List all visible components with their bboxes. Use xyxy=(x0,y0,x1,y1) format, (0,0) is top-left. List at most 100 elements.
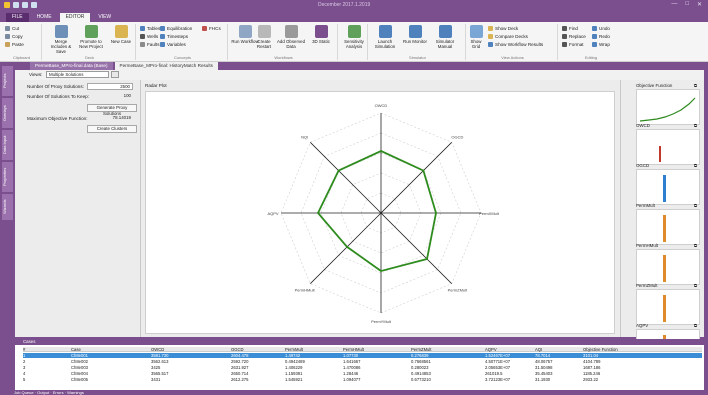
observed-data-icon xyxy=(284,25,298,38)
sensitivity-analysis-button[interactable]: Sensitivity Analysis xyxy=(339,25,369,49)
table-cell: Ch8e004 xyxy=(71,371,88,376)
show-grid-button[interactable]: Show Grid xyxy=(466,25,486,49)
tab-editor[interactable]: EDITOR xyxy=(59,13,91,22)
cut-button[interactable]: Cut xyxy=(5,26,19,31)
merge-icon xyxy=(54,25,68,38)
table-cell: 3581.730 xyxy=(151,353,169,358)
tab-view[interactable]: VIEW xyxy=(92,13,117,22)
table-cell: 4 xyxy=(23,371,26,376)
num-keep-value[interactable]: 100 xyxy=(87,93,133,100)
table-header-row[interactable]: # Case OWCD OGCD PermMult PermHMult PermZMult A… xyxy=(23,347,702,352)
max-obj-label: Maximum Objective Function: xyxy=(27,116,88,121)
views-options-button[interactable] xyxy=(111,71,119,78)
replace-icon xyxy=(562,34,567,39)
doc-tab-history-match[interactable]: PermeBase_MPro-final: HistoryMatch Resul… xyxy=(114,62,218,70)
tab-home[interactable]: HOME xyxy=(31,13,58,22)
num-proxy-input[interactable]: 2500 xyxy=(87,83,133,90)
side-tab-overlays[interactable]: Overlays xyxy=(2,98,13,128)
sensitivity-group: Sensitivity Analysis xyxy=(340,24,368,60)
find-button[interactable]: Find xyxy=(562,26,578,31)
wells-button[interactable]: Wells xyxy=(140,34,158,39)
simulator-manual-button[interactable]: Simulator Manual xyxy=(430,25,460,49)
tables-button[interactable]: Tables xyxy=(140,26,160,31)
replace-button[interactable]: Replace xyxy=(562,34,586,39)
num-keep-label: Number Of Solutions To Keep: xyxy=(27,94,89,99)
variable-icon xyxy=(160,42,165,47)
variables-button[interactable]: Variables xyxy=(160,42,186,47)
clipboard-group-label: Clipboard xyxy=(12,55,31,60)
redo-button[interactable]: Redo xyxy=(592,34,610,39)
table-cell: PermMult xyxy=(285,347,303,352)
add-observed-data-button[interactable]: Add Observed Data xyxy=(276,25,306,49)
table-row[interactable]: 3 Ch8e003 3425 2631.927 1.406229 1.470086 0.28… xyxy=(23,365,702,370)
thumbnail-plot xyxy=(636,209,700,245)
generate-proxy-button[interactable]: Generate Proxy Solutions xyxy=(87,104,137,116)
show-deck-button[interactable]: Show Deck xyxy=(488,26,518,31)
radar-plot-area: OWCD OGCD PermXMult PermZMult PermYMult PermH… xyxy=(145,91,615,334)
table-cell: Objective Function xyxy=(583,347,618,352)
side-tab-properties[interactable]: Properties xyxy=(2,162,13,192)
promote-icon xyxy=(84,25,98,38)
fhcs-button[interactable]: FHCs xyxy=(202,26,221,31)
max-obj-value: 78.14019 xyxy=(112,115,131,120)
radar-data-point xyxy=(317,212,319,214)
thumbnail-owcd[interactable]: OWCD ⧉ xyxy=(636,123,700,165)
side-tab-projects[interactable]: Projects xyxy=(2,66,13,96)
table-cell: 3101.04 xyxy=(583,353,599,358)
compare-icon xyxy=(488,34,493,39)
copy-button[interactable]: Copy xyxy=(5,34,23,39)
save-icon[interactable] xyxy=(13,2,19,8)
undo-icon[interactable] xyxy=(22,2,28,8)
doc-tab-base[interactable]: PermeBase_MPro-final.data (Base) xyxy=(30,62,113,70)
run-monitor-button[interactable]: Run Monitor xyxy=(400,25,430,44)
launch-simulation-button[interactable]: Launch Simulation xyxy=(370,25,400,49)
table-cell: PermHMult xyxy=(343,347,364,352)
table-cell: 4.50771E+07 xyxy=(485,359,511,364)
view-actions-group-label: View Actions xyxy=(501,55,524,60)
table-row[interactable]: 2 Ch8e002 3562.613 2592.720 0.4942489 1.64166… xyxy=(23,359,702,364)
deck-icon xyxy=(488,26,493,31)
compare-decks-button[interactable]: Compare Decks xyxy=(488,34,528,39)
equilibration-button[interactable]: Equilibration xyxy=(160,26,192,31)
timesteps-button[interactable]: Timesteps xyxy=(160,34,188,39)
tab-file[interactable]: FILE xyxy=(6,13,29,22)
table-row[interactable]: 1 Ch8e001 3581.730 2604.478 1.49742 1.07730 0.… xyxy=(23,353,702,358)
merge-includes-button[interactable]: Merge Includes & Save xyxy=(46,25,76,54)
table-row[interactable]: 5 Ch8e005 3431 2612.275 1.545921 1.094077 0.67… xyxy=(23,377,702,382)
find-icon xyxy=(562,26,567,31)
thumbnail-permhmult[interactable]: PermHMult ⧉ xyxy=(636,243,700,285)
radar-data-point xyxy=(380,150,382,152)
thumbnail-objective-function[interactable]: Objective Function ⧉ xyxy=(636,83,700,125)
undo-button[interactable]: Undo xyxy=(592,26,610,31)
thumbnail-permmult[interactable]: PermMult ⧉ xyxy=(636,203,700,245)
create-clusters-button[interactable]: Create Clusters xyxy=(87,125,137,133)
promote-project-button[interactable]: Promote to New Project xyxy=(76,25,106,49)
table-cell: 3425 xyxy=(151,365,161,370)
thumbnail-plot xyxy=(636,129,700,165)
table-cell: 1.094077 xyxy=(343,377,361,382)
table-row[interactable]: 4 Ch8e004 3565.517 2650.714 1.159391 1.28446 0… xyxy=(23,371,702,376)
format-button[interactable]: Format xyxy=(562,42,584,47)
timestep-icon xyxy=(160,34,165,39)
workflow-results-icon xyxy=(488,42,493,47)
streamlines-button[interactable]: 3D Static xyxy=(306,25,336,44)
new-case-button[interactable]: New Case xyxy=(106,25,136,44)
thumbnail-svg xyxy=(659,146,661,162)
thumbnail-permzmult[interactable]: PermZMult ⧉ xyxy=(636,283,700,325)
side-tab-data-input[interactable]: Data Input xyxy=(2,130,13,160)
views-select[interactable]: Multiple Solutions xyxy=(46,71,109,78)
minimize-button[interactable]: — xyxy=(671,1,677,8)
maximize-button[interactable]: □ xyxy=(685,1,689,8)
table-cell: 1.545921 xyxy=(285,377,303,382)
thumbnail-ogcd[interactable]: OGCD ⧉ xyxy=(636,163,700,205)
redo-icon[interactable] xyxy=(31,2,37,8)
paste-button[interactable]: Paste xyxy=(5,42,24,47)
table-cell: # xyxy=(23,347,26,352)
close-button[interactable]: ✕ xyxy=(697,1,702,8)
show-workflow-results-button[interactable]: Show Workflow Results xyxy=(488,42,543,47)
cases-panel: Cases # Case OWCD OGCD PermMult PermHMult Perm… xyxy=(15,339,704,395)
create-restart-button[interactable]: Create Restart xyxy=(252,25,276,49)
side-tab-wizards[interactable]: Wizards xyxy=(2,194,13,220)
wrap-button[interactable]: Wrap xyxy=(592,42,610,47)
faults-button[interactable]: Faults xyxy=(140,42,160,47)
